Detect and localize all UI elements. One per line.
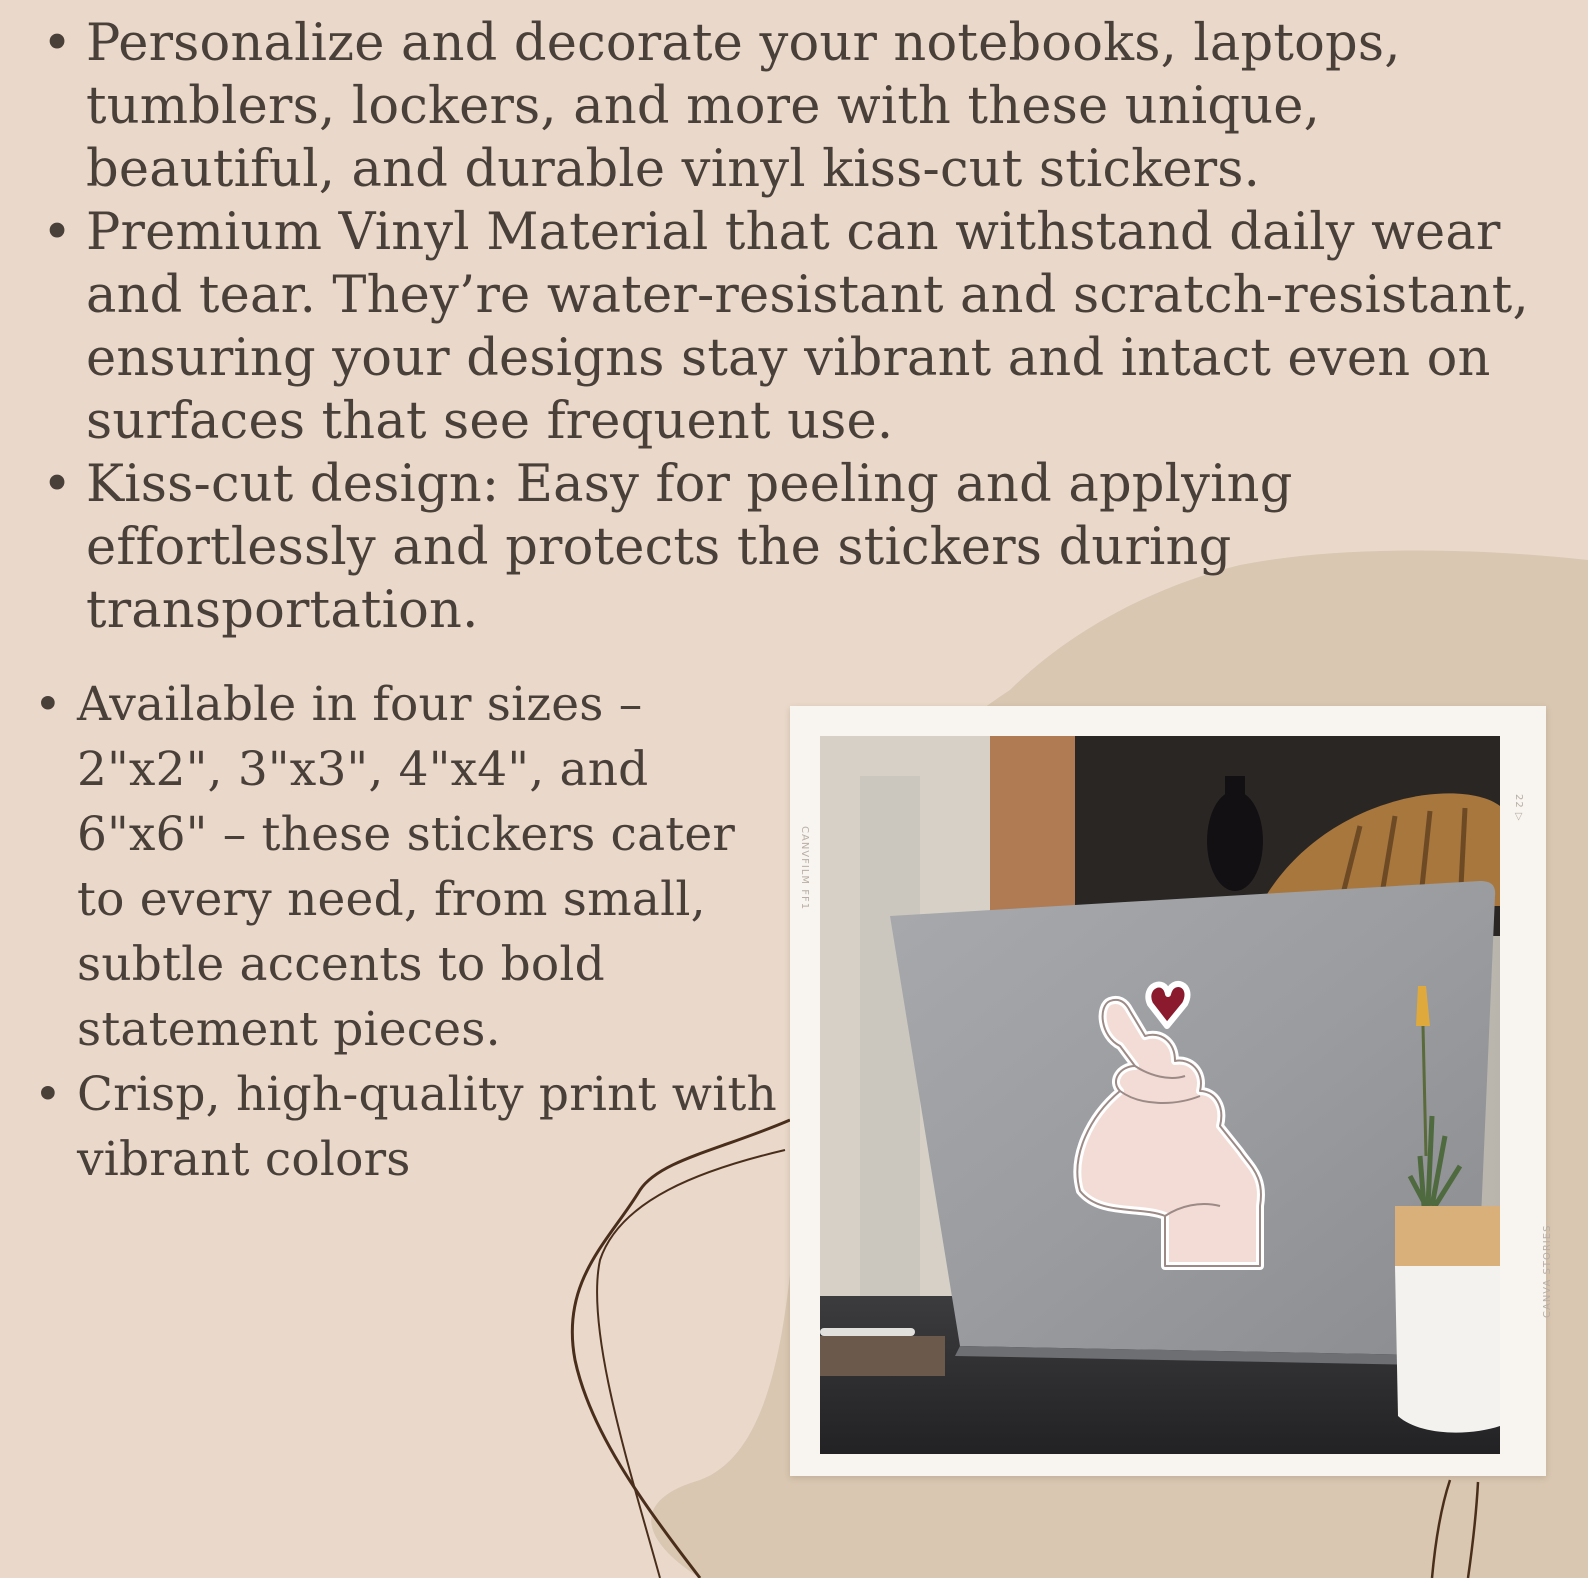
list-item-text: Crisp, high-quality print with vibrant c…	[77, 1067, 778, 1187]
feature-list-bottom: • Available in four sizes – 2"x2", 3"x3"…	[32, 672, 792, 1192]
list-item-text: Premium Vinyl Material that can withstan…	[86, 203, 1529, 451]
product-photo-frame: CANVFILM FF1 22 ▷ CANVA STORIES	[790, 706, 1553, 1476]
bullet-glyph: •	[34, 1067, 62, 1122]
list-item-text: Kiss-cut design: Easy for peeling and ap…	[86, 455, 1293, 640]
film-strip-label-right: CANVA STORIES	[1542, 1224, 1553, 1318]
list-item: • Available in four sizes – 2"x2", 3"x3"…	[32, 672, 792, 1062]
bullet-glyph: •	[42, 455, 73, 514]
bullet-glyph: •	[42, 14, 73, 73]
list-item-text: Available in four sizes – 2"x2", 3"x3", …	[77, 677, 736, 1057]
list-item: • Kiss-cut design: Easy for peeling and …	[40, 453, 1570, 642]
notebook	[820, 1336, 945, 1376]
bullet-glyph: •	[42, 203, 73, 262]
black-vase	[1207, 791, 1263, 891]
list-item-text: Personalize and decorate your notebooks,…	[86, 14, 1401, 199]
product-photo	[820, 736, 1500, 1454]
film-strip-label-left: CANVFILM FF1	[799, 826, 810, 911]
list-item: • Personalize and decorate your notebook…	[40, 12, 1570, 201]
film-strip-frame-number: 22 ▷	[1513, 794, 1524, 822]
list-item: • Crisp, high-quality print with vibrant…	[32, 1062, 792, 1192]
pen	[820, 1328, 915, 1336]
plant-pot-top	[1395, 1206, 1500, 1266]
list-item: • Premium Vinyl Material that can withst…	[40, 201, 1570, 453]
bullet-glyph: •	[34, 677, 62, 732]
feature-list-top: • Personalize and decorate your notebook…	[40, 12, 1570, 642]
plant-pot-bottom	[1395, 1266, 1500, 1433]
laptop-scene-illustration	[820, 736, 1500, 1454]
